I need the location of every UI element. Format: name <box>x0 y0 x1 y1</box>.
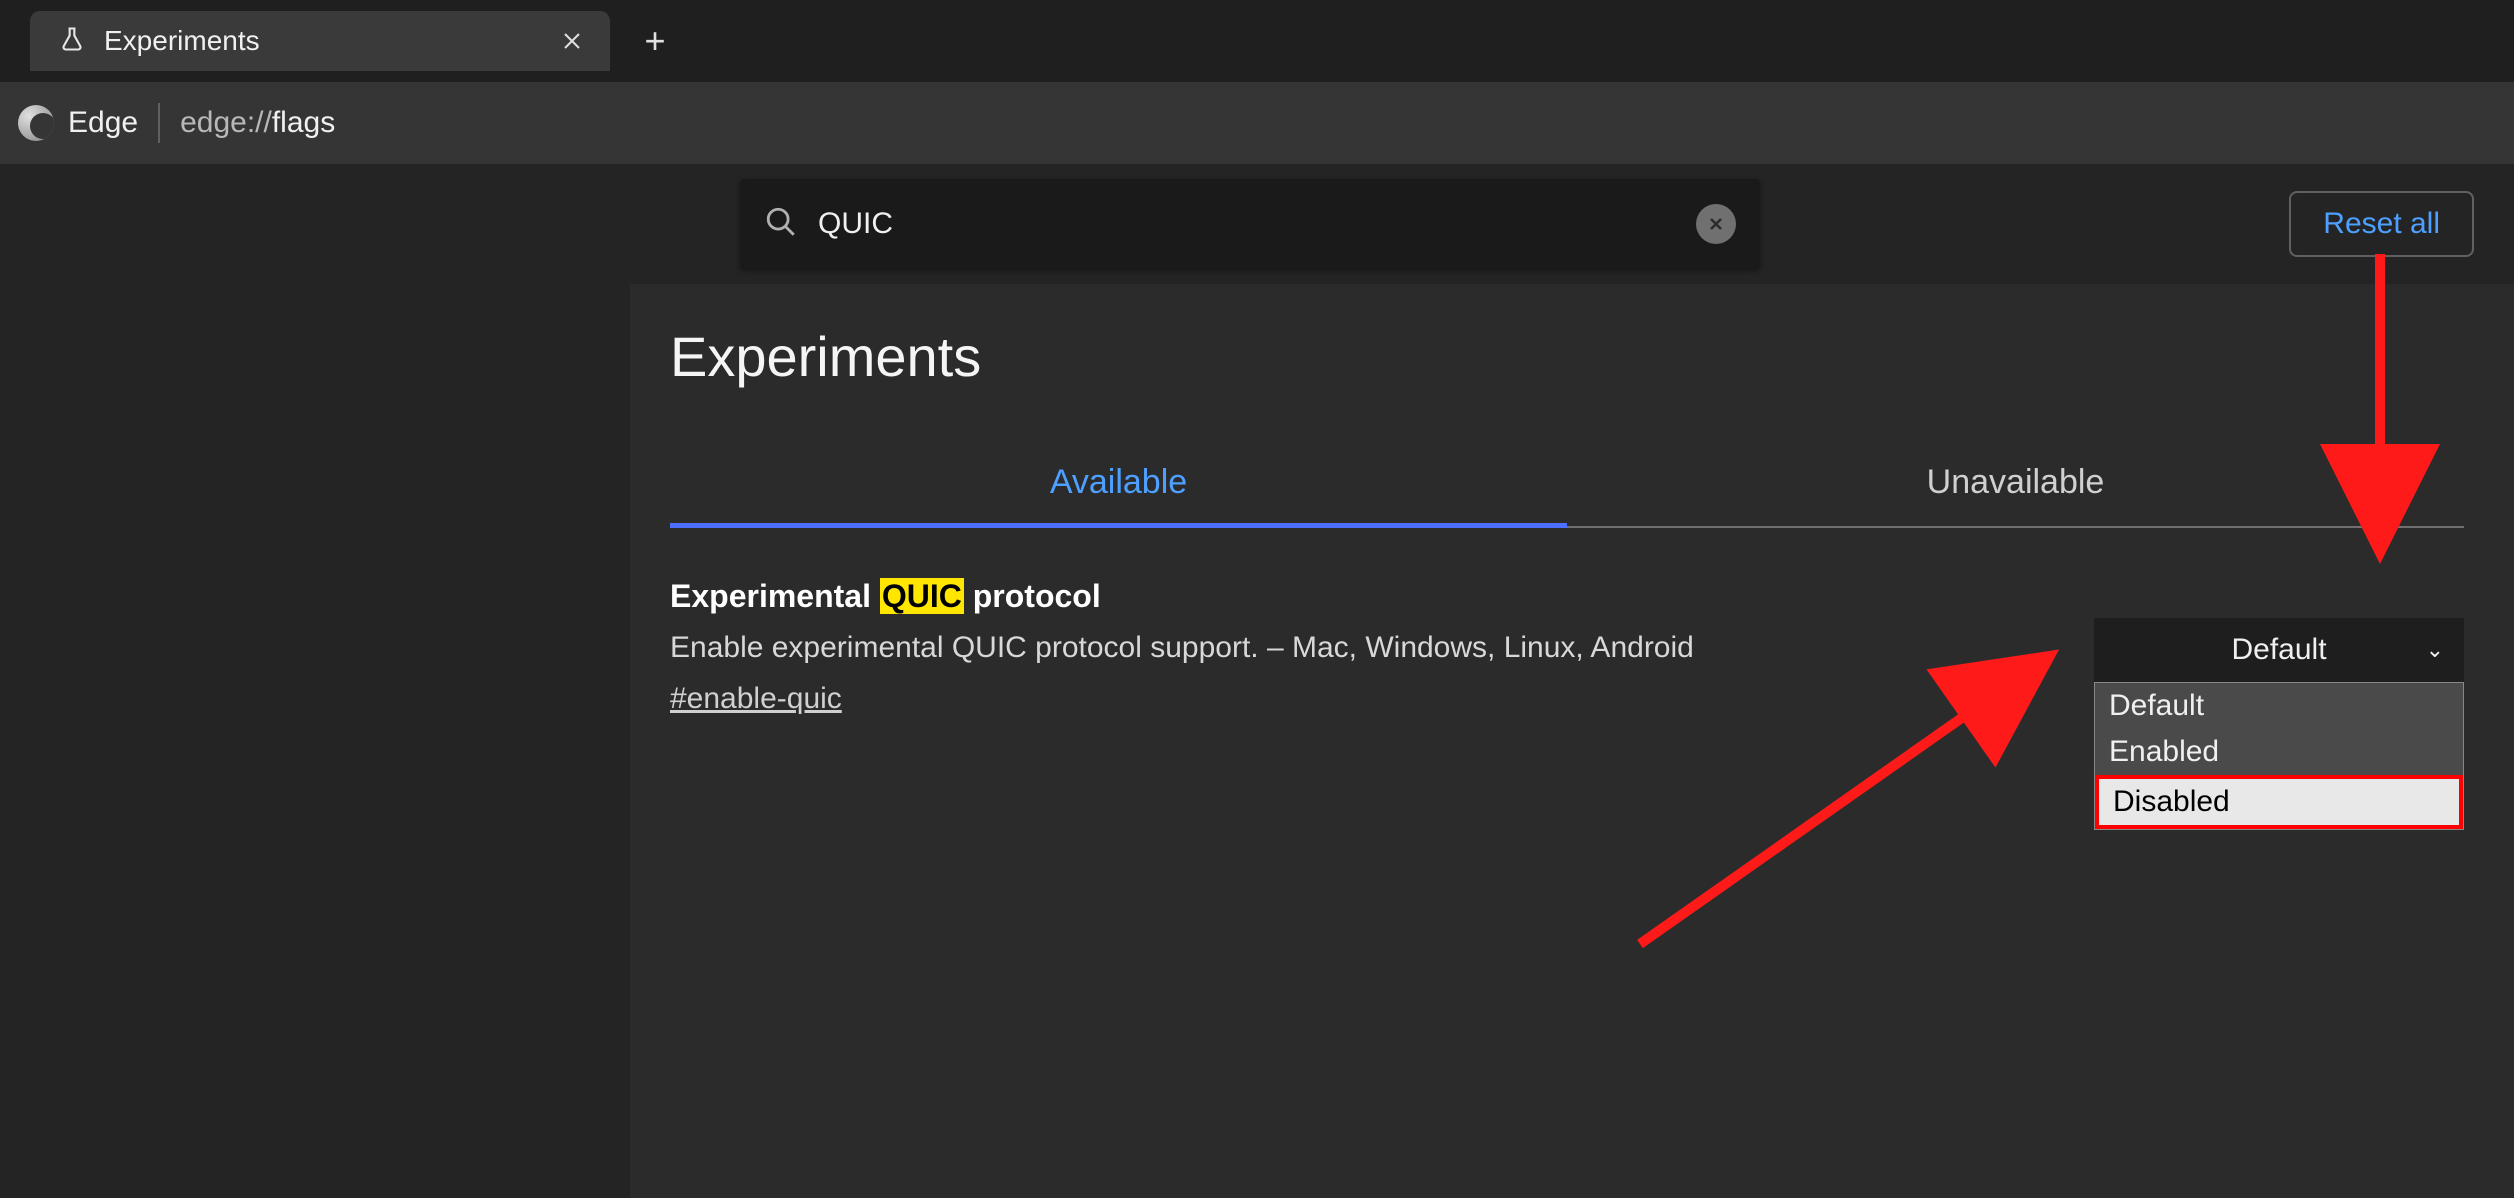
chevron-down-icon: ⌄ <box>2426 637 2444 663</box>
browser-tab-bar: Experiments + <box>0 0 2514 82</box>
flask-icon <box>58 25 86 58</box>
search-input[interactable] <box>818 207 1676 241</box>
dropdown-option-enabled[interactable]: Enabled <box>2095 729 2463 775</box>
experiment-dropdown: Default Enabled Disabled <box>2094 682 2464 830</box>
search-highlight: QUIC <box>880 578 964 614</box>
experiment-title: Experimental QUIC protocol <box>670 578 2054 615</box>
dropdown-option-disabled[interactable]: Disabled <box>2095 775 2463 829</box>
experiment-select-wrap: Default ⌄ Default Enabled Disabled <box>2094 618 2464 682</box>
close-tab-button[interactable] <box>554 23 590 59</box>
browser-name: Edge <box>68 106 138 140</box>
flags-toolbar: Reset all <box>0 164 2514 284</box>
url-path: flags <box>272 106 335 139</box>
search-icon <box>764 205 798 244</box>
url-display[interactable]: edge://flags <box>180 106 335 140</box>
experiment-select[interactable]: Default ⌄ <box>2094 618 2464 682</box>
content: Experiments Available Unavailable Experi… <box>630 284 2514 1198</box>
select-value: Default <box>2231 633 2326 667</box>
tab-available[interactable]: Available <box>670 439 1567 526</box>
browser-tab[interactable]: Experiments <box>30 11 610 71</box>
new-tab-button[interactable]: + <box>630 16 680 66</box>
experiments-tabs: Available Unavailable <box>670 439 2464 528</box>
tab-title: Experiments <box>104 25 536 57</box>
url-prefix: edge:// <box>180 106 272 139</box>
reset-all-button[interactable]: Reset all <box>2289 191 2474 257</box>
tab-unavailable[interactable]: Unavailable <box>1567 439 2464 526</box>
divider <box>158 103 160 143</box>
experiment-row: Experimental QUIC protocol Enable experi… <box>670 578 2464 716</box>
page-title: Experiments <box>670 324 2464 389</box>
edge-logo-icon <box>18 105 54 141</box>
address-bar: Edge edge://flags <box>0 82 2514 164</box>
search-box[interactable] <box>740 179 1760 269</box>
experiment-anchor-link[interactable]: #enable-quic <box>670 682 842 715</box>
browser-identity: Edge <box>10 105 138 141</box>
experiment-text: Experimental QUIC protocol Enable experi… <box>670 578 2054 716</box>
dropdown-option-default[interactable]: Default <box>2095 683 2463 729</box>
experiment-description: Enable experimental QUIC protocol suppor… <box>670 625 2054 670</box>
left-gutter <box>0 284 630 1198</box>
main-area: Experiments Available Unavailable Experi… <box>0 284 2514 1198</box>
clear-search-button[interactable] <box>1696 204 1736 244</box>
